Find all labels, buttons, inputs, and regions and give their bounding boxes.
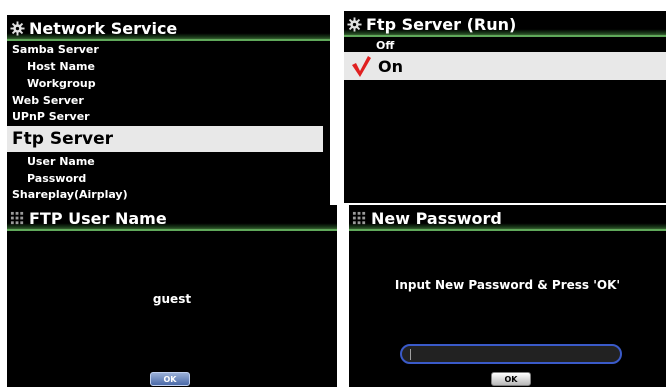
- gear-icon: [347, 16, 362, 32]
- option-on: On: [378, 56, 403, 76]
- new-password-panel: New Password Input New Password & Press …: [349, 205, 666, 387]
- ok-button[interactable]: OK: [150, 372, 190, 386]
- network-service-title-bar: Network Service: [7, 15, 330, 41]
- new-password-title-bar: New Password: [349, 205, 666, 231]
- new-password-title: New Password: [371, 208, 502, 228]
- menu-item-shareplay[interactable]: Shareplay(Airplay): [12, 188, 128, 201]
- option-off[interactable]: Off: [376, 39, 394, 52]
- option-on-row[interactable]: On: [344, 52, 666, 80]
- menu-item-upnp-server[interactable]: UPnP Server: [12, 110, 90, 123]
- checkmark-icon: [352, 56, 371, 77]
- ftp-server-title-bar: Ftp Server (Run): [344, 11, 666, 37]
- user-name-value[interactable]: guest: [7, 292, 337, 306]
- ftp-user-name-panel: FTP User Name guest OK: [7, 205, 337, 387]
- menu-item-password[interactable]: Password: [12, 172, 86, 185]
- gear-icon: [10, 20, 25, 36]
- ftp-user-name-title-bar: FTP User Name: [7, 205, 337, 231]
- grid-icon: [10, 211, 24, 224]
- menu-item-samba-server[interactable]: Samba Server: [12, 43, 99, 56]
- menu-item-web-server[interactable]: Web Server: [12, 94, 84, 107]
- menu-item-ftp-server[interactable]: Ftp Server: [7, 126, 323, 152]
- ftp-server-panel: Ftp Server (Run) Off On: [344, 11, 666, 203]
- password-prompt: Input New Password & Press 'OK': [394, 278, 621, 292]
- text-cursor: [410, 349, 411, 360]
- menu-item-user-name[interactable]: User Name: [12, 155, 95, 168]
- ftp-server-title: Ftp Server (Run): [366, 14, 517, 34]
- ftp-user-name-title: FTP User Name: [29, 208, 167, 228]
- grid-icon: [352, 211, 366, 224]
- network-service-panel: Network Service Samba Server Host Name W…: [7, 15, 330, 206]
- password-input[interactable]: [400, 344, 622, 364]
- network-service-title: Network Service: [29, 18, 178, 38]
- menu-item-workgroup[interactable]: Workgroup: [12, 77, 96, 90]
- ok-button[interactable]: OK: [491, 372, 531, 386]
- menu-item-host-name[interactable]: Host Name: [12, 60, 95, 73]
